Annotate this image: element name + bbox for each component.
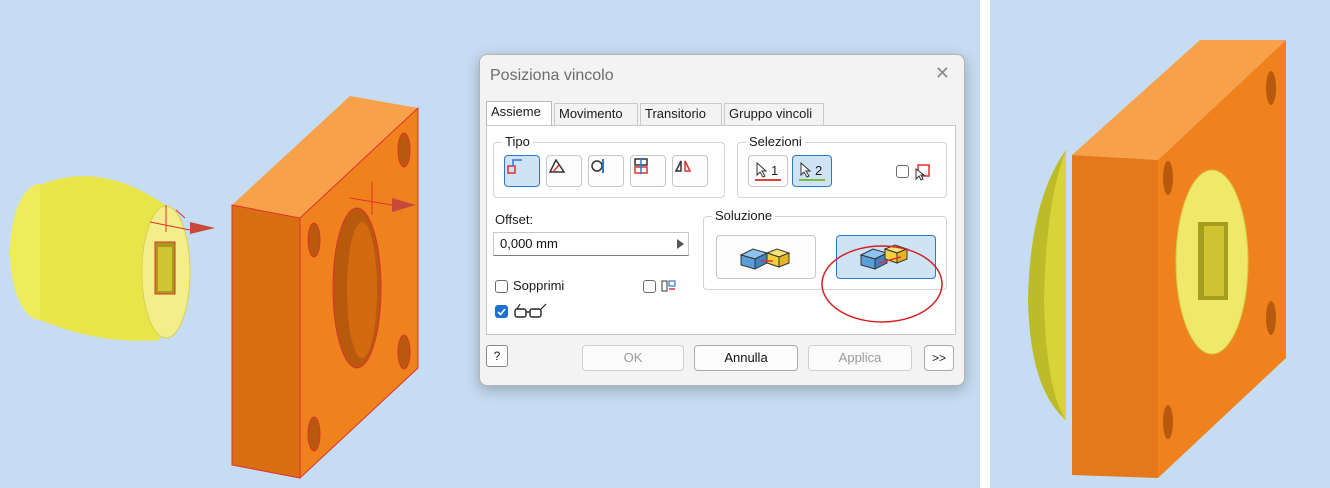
- selezioni-label: Selezioni: [746, 134, 805, 149]
- insert-constraint-icon: [634, 158, 648, 174]
- angle-constraint-icon: [548, 158, 566, 173]
- preview-glasses-icon: [514, 303, 547, 318]
- right-viewport[interactable]: [990, 0, 1330, 488]
- right-viewport-scene: [1028, 40, 1286, 478]
- play-arrow-icon[interactable]: [677, 239, 684, 249]
- soluzione-group: Soluzione: [703, 208, 947, 290]
- sopprimi-label: Sopprimi: [513, 278, 565, 293]
- more-button[interactable]: >>: [924, 345, 954, 371]
- pick-part-first-icon: [915, 164, 930, 181]
- mate-constraint-icon: [507, 159, 522, 174]
- insert-constraint-button[interactable]: [630, 155, 666, 187]
- assembled-parts[interactable]: [1028, 40, 1286, 478]
- mate-solution-button[interactable]: [716, 235, 816, 279]
- yellow-shaft-part[interactable]: [10, 176, 215, 341]
- selection-1-underline: [755, 179, 781, 181]
- assieme-tab-panel: Tipo Selezioni 1 2 Offset: 0,000 mm Solu…: [486, 125, 956, 335]
- mate-solution-icon: [739, 248, 791, 270]
- symmetry-constraint-icon: [674, 160, 692, 172]
- angle-constraint-button[interactable]: [546, 155, 582, 187]
- apply-button[interactable]: Applica: [808, 345, 912, 371]
- ok-button[interactable]: OK: [582, 345, 684, 371]
- tab-assieme[interactable]: Assieme: [486, 101, 552, 125]
- offset-input[interactable]: 0,000 mm: [493, 232, 689, 256]
- left-viewport[interactable]: Posiziona vincolo ✕ Assieme Movimento Tr…: [0, 0, 980, 488]
- soluzione-label: Soluzione: [712, 208, 776, 223]
- tangent-constraint-button[interactable]: [588, 155, 624, 187]
- tipo-label: Tipo: [502, 134, 533, 149]
- close-icon[interactable]: ✕: [935, 63, 950, 84]
- tab-movimento[interactable]: Movimento: [554, 103, 638, 125]
- predict-offset-checkbox[interactable]: [643, 280, 656, 293]
- help-button[interactable]: ?: [486, 345, 508, 367]
- cancel-button[interactable]: Annulla: [694, 345, 798, 371]
- flush-solution-icon: [859, 244, 909, 270]
- tab-gruppo-vincoli[interactable]: Gruppo vincoli: [724, 103, 824, 125]
- dialog-title: Posiziona vincolo: [490, 67, 614, 84]
- tangent-constraint-icon: [591, 159, 604, 173]
- flush-solution-button[interactable]: [836, 235, 936, 279]
- selection-2-underline: [799, 179, 825, 181]
- tab-transitorio[interactable]: Transitorio: [640, 103, 722, 125]
- orange-flange-part[interactable]: [231, 96, 419, 480]
- tipo-group: Tipo: [493, 134, 725, 198]
- check-icon: [497, 308, 506, 316]
- offset-value: 0,000 mm: [500, 236, 558, 251]
- place-constraint-dialog: Posiziona vincolo ✕ Assieme Movimento Tr…: [479, 54, 965, 386]
- symmetry-constraint-button[interactable]: [672, 155, 708, 187]
- sopprimi-checkbox[interactable]: [495, 280, 508, 293]
- selection-1-button[interactable]: 1: [748, 155, 788, 187]
- select-arrow-icon: [756, 162, 768, 178]
- selezioni-group: Selezioni 1 2: [737, 134, 947, 198]
- mate-constraint-button[interactable]: [504, 155, 540, 187]
- select-arrow-icon: [800, 162, 812, 178]
- offset-label: Offset:: [495, 212, 534, 227]
- first-occurrence-checkbox[interactable]: [896, 165, 909, 178]
- selection-1-number: 1: [771, 163, 779, 178]
- predict-offset-icon: [661, 280, 676, 292]
- selection-2-number: 2: [815, 163, 823, 178]
- selection-2-button[interactable]: 2: [792, 155, 832, 187]
- preview-checkbox[interactable]: [495, 305, 508, 318]
